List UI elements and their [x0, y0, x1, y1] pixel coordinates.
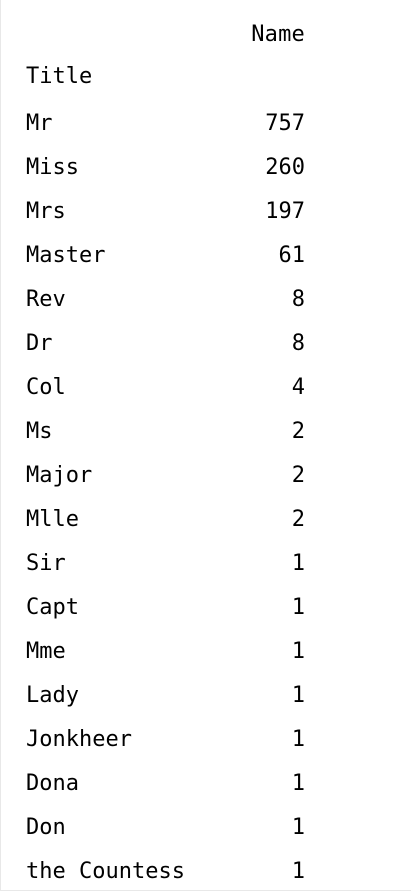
table-body: Mr 757 Miss 260 Mrs 197 Master 61 Rev 8 Dr 8 Col 4 Ms 2… [1, 103, 411, 895]
row-value-count: 1 [291, 815, 305, 840]
table-row: the Countess 1 [1, 851, 411, 895]
row-value-count: 1 [291, 639, 305, 664]
row-index-title: Ms [26, 419, 53, 444]
table-row: Lady 1 [1, 675, 411, 719]
row-index-title: Rev [26, 287, 66, 312]
table-row: Don 1 [1, 807, 411, 851]
row-index-title: Mrs [26, 199, 66, 224]
table-row: Mme 1 [1, 631, 411, 675]
row-index-title: Jonkheer [26, 727, 132, 752]
row-value-count: 1 [291, 859, 305, 884]
table-row: Dona 1 [1, 763, 411, 807]
row-value-count: 2 [291, 463, 305, 488]
row-value-count: 197 [265, 199, 305, 224]
table-row: Ms 2 [1, 411, 411, 455]
row-value-count: 1 [291, 683, 305, 708]
row-value-count: 2 [291, 507, 305, 532]
table-row: Rev 8 [1, 279, 411, 323]
row-value-count: 2 [291, 419, 305, 444]
table-row: Mlle 2 [1, 499, 411, 543]
row-index-title: Dr [26, 331, 53, 356]
row-index-title: Don [26, 815, 66, 840]
table-row: Col 4 [1, 367, 411, 411]
table-row: Capt 1 [1, 587, 411, 631]
output-frame: Name Title Mr 757 Miss 260 Mrs 197 Master 61 Rev… [0, 0, 411, 891]
row-value-count: 1 [291, 727, 305, 752]
row-index-title: Master [26, 243, 106, 268]
table-row: Major 2 [1, 455, 411, 499]
index-name-label: Title [26, 64, 93, 89]
row-index-title: Mme [26, 639, 66, 664]
row-index-title: Major [26, 463, 93, 488]
row-value-count: 1 [291, 551, 305, 576]
row-value-count: 8 [291, 287, 305, 312]
table-row: Jonkheer 1 [1, 719, 411, 763]
column-header-name: Name [251, 22, 305, 47]
column-header-row: Name [1, 16, 411, 60]
row-index-title: Dona [26, 771, 79, 796]
table-row: Miss 260 [1, 147, 411, 191]
row-index-title: the Countess [26, 859, 185, 884]
row-value-count: 8 [291, 331, 305, 356]
row-value-count: 61 [278, 243, 306, 268]
row-index-title: Miss [26, 155, 79, 180]
row-value-count: 4 [291, 375, 305, 400]
row-index-title: Mr [26, 111, 53, 136]
row-index-title: Capt [26, 595, 79, 620]
row-value-count: 1 [291, 595, 305, 620]
table-row: Sir 1 [1, 543, 411, 587]
row-index-title: Lady [26, 683, 79, 708]
row-index-title: Sir [26, 551, 66, 576]
row-value-count: 1 [291, 771, 305, 796]
row-value-count: 757 [265, 111, 305, 136]
row-index-title: Col [26, 375, 66, 400]
row-index-title: Mlle [26, 507, 79, 532]
row-value-count: 260 [265, 155, 305, 180]
table-row: Mrs 197 [1, 191, 411, 235]
table-row: Master 61 [1, 235, 411, 279]
table-row: Mr 757 [1, 103, 411, 147]
table-row: Dr 8 [1, 323, 411, 367]
